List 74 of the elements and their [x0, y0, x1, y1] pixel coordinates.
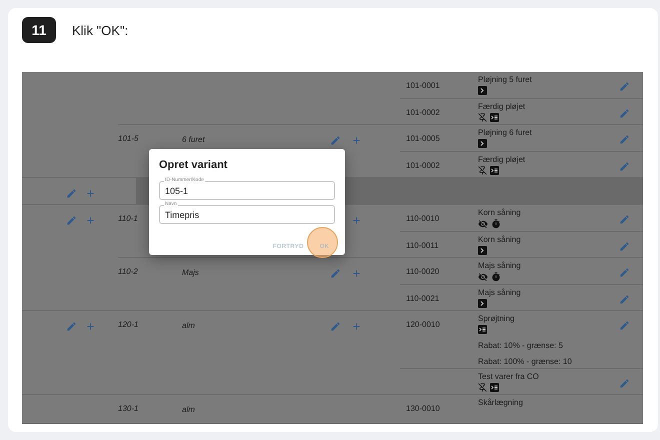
add-button[interactable]	[351, 215, 362, 226]
discount-text: Rabat: 100% - grænse: 10	[478, 356, 573, 367]
item-id: 120-0010	[406, 320, 440, 329]
variant-name: alm	[182, 405, 195, 414]
item-name: Sprøjtning	[478, 313, 516, 324]
edit-button[interactable]	[619, 267, 630, 278]
item-name: Pløjning 5 furet	[478, 74, 533, 85]
terminal-list-icon	[478, 325, 487, 334]
item-id: 101-0005	[406, 134, 440, 143]
item-id: 110-0021	[406, 294, 440, 303]
item-id: 101-0002	[406, 108, 440, 117]
eye-off-icon	[478, 272, 488, 282]
add-button[interactable]	[85, 321, 96, 332]
item-id: 130-0010	[406, 404, 440, 413]
variant-id: 130-1	[118, 404, 138, 413]
edit-button[interactable]	[619, 81, 630, 92]
edit-button[interactable]	[619, 294, 630, 305]
terminal-list-icon	[490, 383, 499, 392]
item-name: Test varer fra CO	[478, 371, 540, 382]
add-button[interactable]	[351, 135, 362, 146]
item-name: Færdig pløjet	[478, 101, 526, 112]
variant-id: 120-1	[118, 320, 138, 329]
terminal-icon	[478, 246, 487, 255]
variant-name: Majs	[182, 268, 199, 277]
terminal-list-icon	[490, 113, 499, 122]
edit-button[interactable]	[330, 135, 341, 146]
text-field[interactable]: Timepris	[159, 205, 335, 224]
terminal-icon	[478, 299, 487, 308]
crossed-pin-icon	[478, 383, 487, 392]
item-name: Korn såning	[478, 234, 522, 245]
edit-button[interactable]	[66, 188, 77, 199]
edit-button[interactable]	[619, 108, 630, 119]
edit-button[interactable]	[66, 215, 77, 226]
item-name: Færdig pløjet	[478, 154, 526, 165]
eye-off-icon	[478, 218, 488, 228]
edit-button[interactable]	[619, 320, 630, 331]
stopwatch-icon	[491, 218, 501, 228]
step-title: Klik "OK":	[72, 22, 128, 38]
item-name: Majs såning	[478, 287, 522, 298]
item-name: Pløjning 6 furet	[478, 127, 533, 138]
item-id: 110-0010	[406, 214, 440, 223]
edit-button[interactable]	[619, 134, 630, 145]
variant-name: 6 furet	[182, 135, 205, 144]
step-number: 11	[22, 17, 56, 43]
edit-button[interactable]	[330, 321, 341, 332]
edit-button[interactable]	[619, 378, 630, 389]
variant-id: 110-1	[118, 214, 138, 223]
terminal-list-icon	[490, 166, 499, 175]
edit-button[interactable]	[66, 321, 77, 332]
variant-id: 101-5	[118, 134, 138, 143]
stopwatch-icon	[491, 272, 501, 282]
variant-id: 110-2	[118, 267, 138, 276]
item-name: Majs såning	[478, 260, 522, 271]
crossed-pin-icon	[478, 113, 487, 122]
terminal-icon	[478, 86, 487, 95]
edit-button[interactable]	[330, 268, 341, 279]
item-name: Skårlægning	[478, 397, 524, 408]
dialog-title: Opret variant	[159, 159, 228, 171]
add-button[interactable]	[351, 268, 362, 279]
crossed-pin-icon	[478, 166, 487, 175]
edit-button[interactable]	[619, 241, 630, 252]
item-id: 101-0002	[406, 161, 440, 170]
discount-text: Rabat: 10% - grænse: 5	[478, 340, 564, 351]
edit-button[interactable]	[619, 214, 630, 225]
add-button[interactable]	[85, 215, 96, 226]
item-name: Korn såning	[478, 207, 522, 218]
terminal-icon	[478, 139, 487, 148]
add-button[interactable]	[85, 188, 96, 199]
item-id: 101-0001	[406, 81, 440, 90]
add-button[interactable]	[351, 321, 362, 332]
variant-name: alm	[182, 321, 195, 330]
edit-button[interactable]	[619, 161, 630, 172]
item-id: 110-0011	[406, 241, 439, 250]
item-id: 110-0020	[406, 267, 440, 276]
